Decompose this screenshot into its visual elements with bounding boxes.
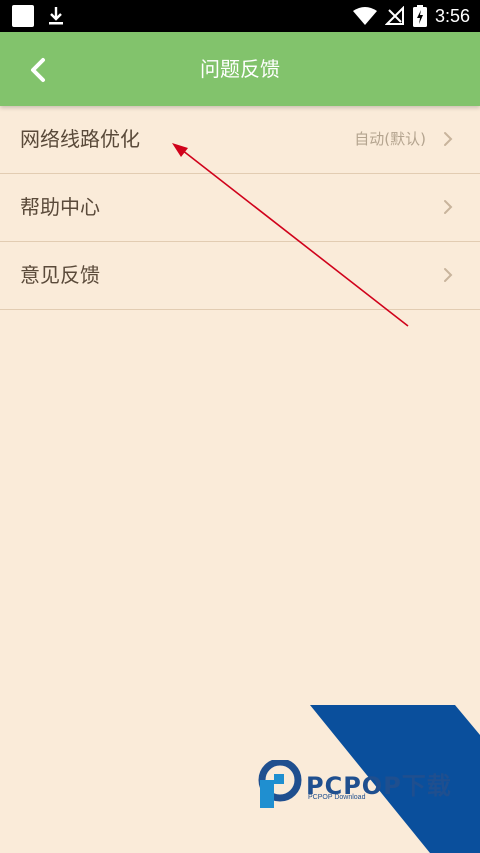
watermark-subtitle: PCPOP Download [308,794,366,801]
pcpop-logo-icon [258,760,302,808]
list-item-feedback[interactable]: 意见反馈 [0,242,480,310]
download-icon [49,7,63,25]
list-item-label: 意见反馈 [20,263,100,287]
chevron-right-icon [444,132,453,146]
list-item-value: 自动(默认) [354,130,426,148]
battery-charging-icon [412,5,427,27]
list-item-label: 帮助中心 [20,195,100,219]
status-time: 3:56 [434,5,470,26]
list-item-network-optimization[interactable]: 网络线路优化 自动(默认) [0,106,480,174]
notification-square-icon [12,5,34,27]
app-header: 问题反馈 [0,32,480,106]
wifi-icon [352,7,377,25]
list-item-label: 网络线路优化 [20,127,140,151]
list-item-help-center[interactable]: 帮助中心 [0,174,480,242]
settings-list: 网络线路优化 自动(默认) 帮助中心 意见反馈 [0,106,480,310]
page-title: 问题反馈 [200,57,280,81]
no-signal-icon [384,6,404,25]
chevron-right-icon [444,200,453,214]
status-bar: 3:56 [0,0,480,32]
chevron-right-icon [444,268,453,282]
